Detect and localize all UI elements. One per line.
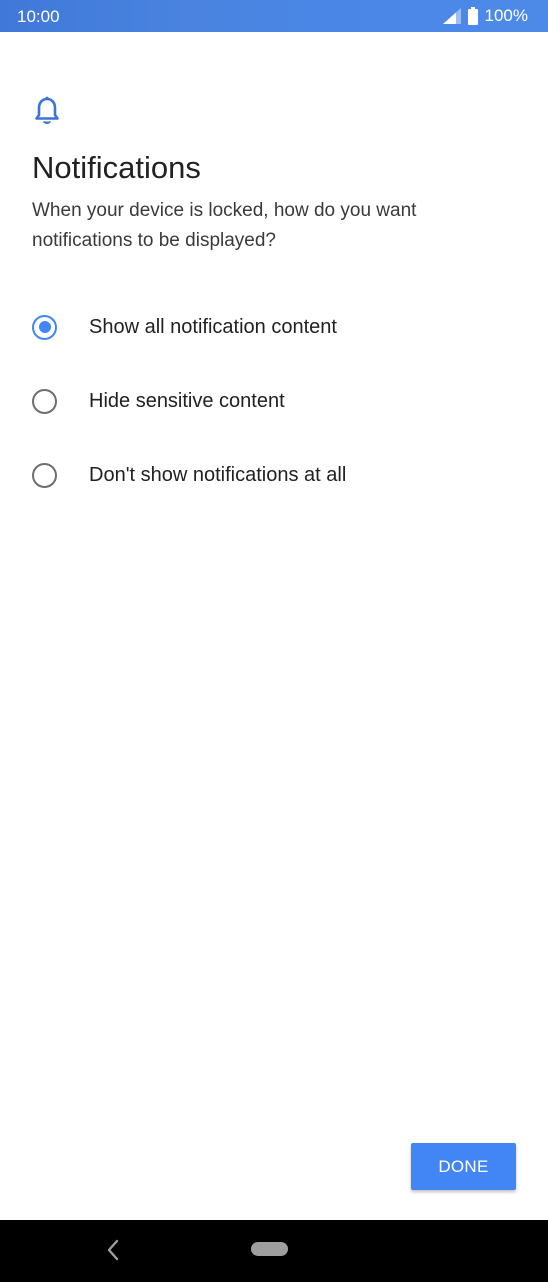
battery-percentage: 100% bbox=[484, 6, 528, 25]
status-icons: 100% bbox=[442, 6, 528, 26]
option-label: Show all notification content bbox=[89, 315, 337, 338]
option-hide-sensitive[interactable]: Hide sensitive content bbox=[0, 364, 548, 438]
navigation-bar bbox=[0, 1220, 548, 1282]
status-bar: 10:00 100% bbox=[0, 0, 548, 32]
option-dont-show[interactable]: Don't show notifications at all bbox=[0, 438, 548, 512]
home-pill-icon[interactable] bbox=[251, 1242, 288, 1256]
option-show-all[interactable]: Show all notification content bbox=[0, 290, 548, 364]
option-label: Hide sensitive content bbox=[89, 389, 285, 412]
radio-dot bbox=[38, 321, 51, 333]
bell-icon bbox=[35, 96, 59, 124]
notifications-screen: 10:00 100% Notifications When your devic… bbox=[0, 0, 548, 1282]
done-button[interactable]: DONE bbox=[411, 1143, 516, 1190]
radio-button[interactable] bbox=[32, 388, 57, 414]
status-time: 10:00 bbox=[17, 7, 60, 26]
option-label: Don't show notifications at all bbox=[89, 463, 347, 486]
battery-full-icon bbox=[467, 7, 478, 25]
page-title: Notifications bbox=[32, 150, 201, 185]
cell-signal-icon bbox=[442, 8, 461, 24]
page-subtitle: When your device is locked, how do you w… bbox=[32, 200, 417, 251]
radio-button[interactable] bbox=[32, 462, 57, 488]
notification-options: Show all notification content Hide sensi… bbox=[0, 290, 548, 512]
radio-button-checked[interactable] bbox=[32, 314, 57, 340]
back-chevron-icon[interactable] bbox=[104, 1237, 122, 1263]
